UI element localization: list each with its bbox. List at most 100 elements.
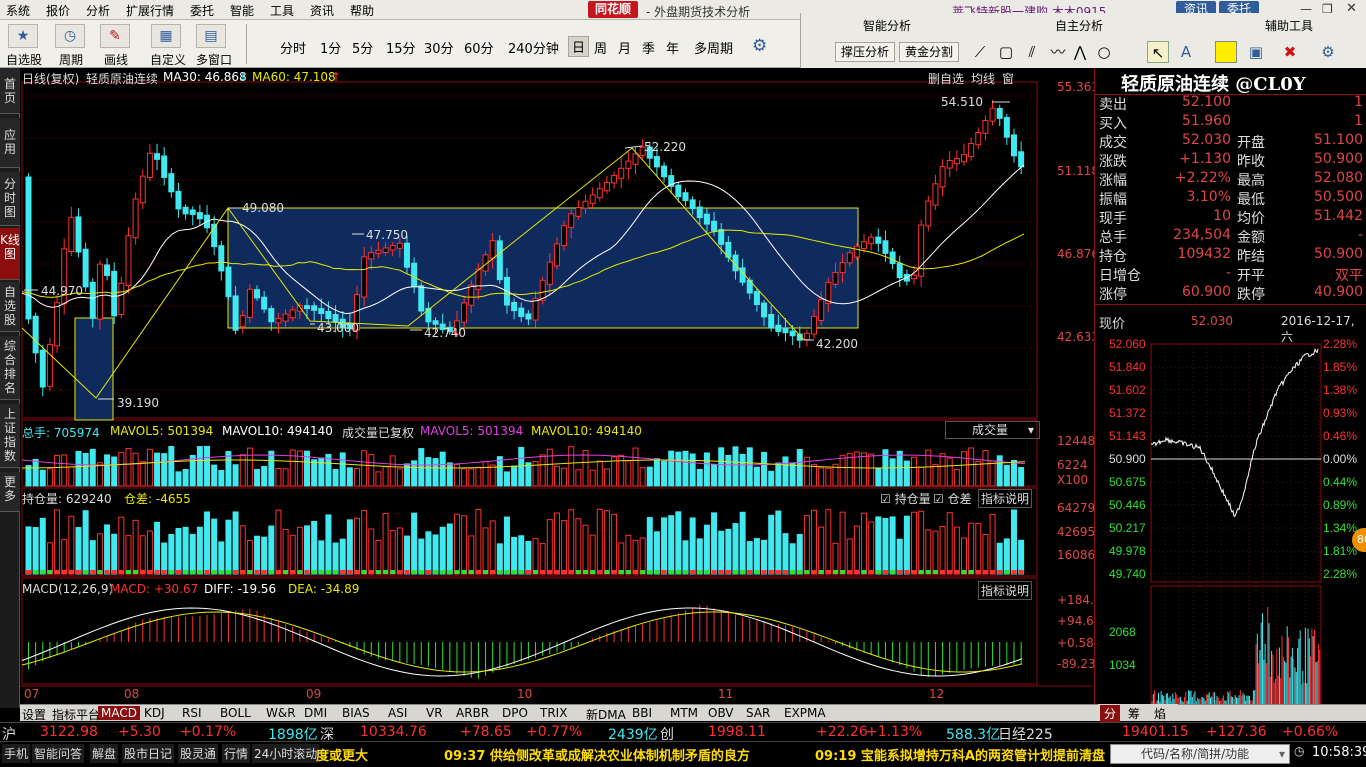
tab-kdj[interactable]: KDJ [144,706,165,720]
period-tool-button[interactable]: ◷ [55,24,85,48]
menu-analysis[interactable]: 分析 [86,2,110,19]
support-resistance-button[interactable]: 撑压分析 [835,42,896,62]
minute-chart[interactable]: 52.060 51.840 51.602 51.372 51.143 50.900 50.6… [1095,336,1366,708]
tab-obv[interactable]: OBV [708,706,734,720]
golden-section-button[interactable]: 黄金分割 [899,42,960,62]
tab-macd[interactable]: MACD [98,706,140,720]
tab-flame[interactable]: 焰 [1154,705,1166,722]
stock-news-button[interactable]: 股灵通 [178,744,219,763]
period-1[interactable]: 1分 [320,38,341,57]
tab-bias[interactable]: BIAS [342,706,370,720]
color-picker-icon[interactable] [1215,41,1237,63]
nav-home[interactable]: 首页 [0,68,20,114]
tab-vr[interactable]: VR [426,706,443,720]
custom-tool-button[interactable]: ▦ [151,24,181,48]
delete-drawing-icon[interactable]: ✖ [1279,41,1301,63]
tab-minute[interactable]: 分 [1100,705,1121,722]
oi-diff-checkbox[interactable]: ☑ 仓差 [933,490,972,507]
text-tool-icon[interactable]: A [1175,41,1197,63]
fan-tool-icon[interactable]: ⋀ [1069,41,1091,63]
mobile-button[interactable]: 手机 [2,744,31,763]
tab-boll[interactable]: BOLL [220,706,251,720]
cursor-icon[interactable]: ↖ [1147,41,1169,63]
menu-extended[interactable]: 扩展行情 [126,2,174,19]
menu-quotes[interactable]: 报价 [46,2,70,19]
tab-arbr[interactable]: ARBR [456,706,489,720]
parallel-line-icon[interactable]: ⫽ [1021,41,1043,63]
tab-trix[interactable]: TRIX [540,706,567,720]
watchlist-tool-button[interactable]: ★ [8,24,38,48]
analysis-button[interactable]: 解盘 [90,744,119,763]
kline-chart-area[interactable]: 日线(复权) 轻质原油连续 MA30: 46.868 ↓ MA60: 47.10… [20,68,1103,708]
nav-timeshare[interactable]: 分时图 [0,172,20,226]
tab-bbi[interactable]: BBI [632,706,652,720]
index-bar[interactable]: 沪 3122.98 +5.30 +0.17% 1898亿深 10334.76 +78.65 +… [0,722,1366,743]
self-analysis-tab[interactable]: 自主分析 [1055,17,1103,34]
period-10[interactable]: 季 [642,38,655,57]
indicator-select[interactable]: 成交量 ▾ [945,421,1040,439]
chart-canvas[interactable] [20,68,1092,708]
draw-tool-button[interactable]: ✎ [100,24,130,48]
nav-shanghai-index[interactable]: 上证指数 [0,404,20,468]
rolling-news-button[interactable]: 24小时滚动 [252,744,320,763]
period-8[interactable]: 周 [594,38,607,57]
nav-more[interactable]: 更多 [0,472,20,512]
period-6[interactable]: 240分钟 [508,38,559,57]
period-3[interactable]: 15分 [386,38,416,57]
menu-trade[interactable]: 委托 [190,2,214,19]
menu-system[interactable]: 系统 [6,2,30,19]
diary-button[interactable]: 股市日记 [122,744,175,763]
news-item[interactable]: 度或更大 [316,745,368,764]
smart-analysis-tab[interactable]: 智能分析 [863,17,911,34]
nav-kline[interactable]: K线图 [0,228,20,280]
period-12[interactable]: 多周期 [694,38,733,57]
tab-rsi[interactable]: RSI [182,706,202,720]
line-tool-icon[interactable]: ⟋ [969,41,991,63]
period-0[interactable]: 分时 [280,38,306,57]
nav-watchlist[interactable]: 自选股 [0,282,20,332]
news-item[interactable]: 09:37 供给侧改革或成解决农业体制机制矛盾的良方 [444,745,750,764]
gear-icon[interactable]: ⚙ [752,36,767,56]
aux-tools-tab[interactable]: 辅助工具 [1265,17,1313,34]
quotes-button[interactable]: 行情 [222,744,251,763]
tab-expma[interactable]: EXPMA [784,706,826,720]
period-5[interactable]: 60分 [464,38,494,57]
settings-icon[interactable]: ⚙ [1317,41,1339,63]
nav-apps[interactable]: 应用 [0,118,20,168]
macd-help-button[interactable]: 指标说明 [978,581,1033,600]
remove-watchlist-button[interactable]: 删自选 [928,70,964,87]
oi-checkbox[interactable]: ☑ 持仓量 [880,490,931,507]
search-input[interactable]: 代码/名称/简拼/功能 ▾ [1110,744,1290,764]
tab-[interactable]: 指标平台 [52,706,100,723]
oi-diff-bar [161,570,167,574]
menu-tools[interactable]: 工具 [270,2,294,19]
tab-asi[interactable]: ASI [388,706,407,720]
period-2[interactable]: 5分 [352,38,373,57]
tab-mtm[interactable]: MTM [670,706,698,720]
period-11[interactable]: 年 [666,38,679,57]
tab-dpo[interactable]: DPO [502,706,528,720]
period-9[interactable]: 月 [618,38,631,57]
circle-tool-icon[interactable]: ○ [1093,41,1115,63]
period-4[interactable]: 30分 [424,38,454,57]
tab-chips[interactable]: 筹 [1128,705,1140,722]
tab-[interactable]: 设置 [22,706,46,723]
tab-dmi[interactable]: DMI [304,706,327,720]
menu-help[interactable]: 帮助 [350,2,374,19]
menu-smart[interactable]: 智能 [230,2,254,19]
nav-ranking[interactable]: 综合排名 [0,336,20,400]
window-button[interactable]: 窗 [1002,70,1014,87]
ma-toggle-button[interactable]: 均线 [971,70,995,87]
tab-sar[interactable]: SAR [746,706,770,720]
oi-help-button[interactable]: 指标说明 [978,489,1033,508]
tab-wr[interactable]: W&R [266,706,296,720]
menu-info[interactable]: 资讯 [310,2,334,19]
news-item[interactable]: 09:19 宝能系拟增持万科A的两资管计划提前清盘 [815,745,1105,764]
rect-tool-icon[interactable]: ▢ [995,41,1017,63]
multiwin-tool-button[interactable]: ▤ [196,24,226,48]
period-7[interactable]: 日 [568,36,590,57]
wave-tool-icon[interactable]: 〰 [1047,41,1069,63]
save-drawing-icon[interactable]: ▣ [1245,41,1267,63]
tab-dma[interactable]: 新DMA [586,706,626,723]
qa-button[interactable]: 智能问答 [32,744,85,763]
